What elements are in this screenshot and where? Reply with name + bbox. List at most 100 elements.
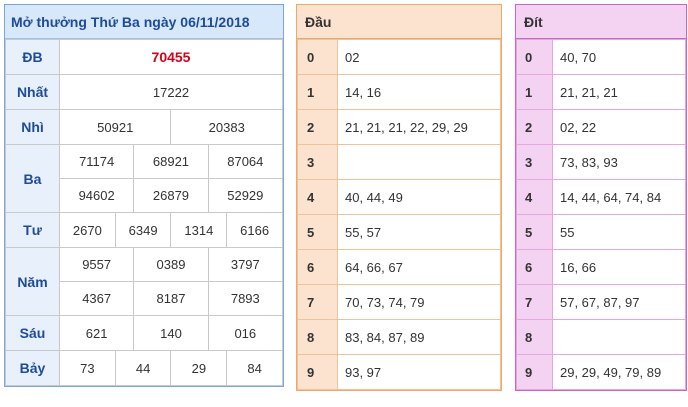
dau-table: 0 02 1 14, 16 2 21, 21, 21, 22, 29, 29 3 44…: [297, 39, 501, 390]
dit-values: 02, 22: [552, 109, 686, 145]
dau-row: 1 14, 16: [297, 74, 501, 110]
dau-values: 55, 57: [337, 214, 501, 250]
dit-row: 4 14, 44, 64, 74, 84: [516, 179, 686, 215]
dau-values: 70, 73, 74, 79: [337, 284, 501, 320]
dau-digit: 3: [297, 144, 338, 180]
prize-value: 016: [207, 315, 284, 351]
dit-values: 57, 67, 87, 97: [552, 284, 686, 320]
prize-value: 87064: [207, 144, 284, 179]
dau-row: 9 93, 97: [297, 354, 501, 390]
prize-row-bay: Bảy 73 44 29 84: [5, 350, 283, 386]
dit-row: 3 73, 83, 93: [516, 144, 686, 180]
dit-row: 2 02, 22: [516, 109, 686, 145]
prize-value: 9557: [58, 247, 135, 282]
dit-digit: 6: [516, 249, 553, 285]
prize-value: 0389: [133, 247, 209, 282]
dit-digit: 0: [516, 39, 553, 75]
dit-panel: Đít 0 40, 70 1 21, 21, 21 2 02, 22 3 73, 83,…: [515, 4, 687, 391]
dau-values: 21, 21, 21, 22, 29, 29: [337, 109, 501, 145]
dit-values: 16, 66: [552, 249, 686, 285]
dit-values: 40, 70: [552, 39, 686, 75]
dau-digit: 2: [297, 109, 338, 145]
dit-values: 55: [552, 214, 686, 250]
dit-digit: 2: [516, 109, 553, 145]
prize-value: 94602: [58, 178, 135, 213]
dit-values: 73, 83, 93: [552, 144, 686, 180]
prize-label-nhi: Nhì: [5, 109, 60, 145]
dit-digit: 3: [516, 144, 553, 180]
prize-value: 2670: [59, 212, 116, 248]
dau-values: 14, 16: [337, 74, 501, 110]
dit-digit: 8: [516, 319, 553, 355]
dau-values: 02: [337, 39, 501, 75]
prize-row-tu: Tư 2670 6349 1314 6166: [5, 212, 283, 248]
results-table: ĐB 70455 Nhất 17222 Nhì 50921 20383 Ba 7…: [5, 39, 284, 386]
dau-digit: 4: [297, 179, 338, 215]
prize-row-db: ĐB 70455: [5, 39, 283, 75]
dit-row: 5 55: [516, 214, 686, 250]
dit-row: 1 21, 21, 21: [516, 74, 686, 110]
dau-row: 6 64, 66, 67: [297, 249, 501, 285]
results-title: Mở thưởng Thứ Ba ngày 06/11/2018: [5, 5, 283, 39]
prize-value: 29: [170, 350, 228, 386]
prize-row-nam: Năm 9557 0389 3797: [5, 247, 284, 316]
prize-label-nam: Năm: [5, 247, 60, 316]
dit-values: 21, 21, 21: [552, 74, 686, 110]
prize-row-ba: Ba 71174 68921 87064: [5, 144, 284, 213]
prize-value: 140: [133, 315, 209, 351]
dau-digit: 5: [297, 214, 338, 250]
prize-value: 8187: [133, 281, 209, 316]
dau-values: [337, 144, 501, 180]
dit-row: 0 40, 70: [516, 39, 686, 75]
prize-value: 6349: [114, 212, 172, 248]
dit-row: 8: [516, 319, 686, 355]
prize-value: 26879: [133, 178, 209, 213]
dau-row: 4 40, 44, 49: [297, 179, 501, 215]
prize-value: 7893: [207, 281, 284, 316]
dit-row: 7 57, 67, 87, 97: [516, 284, 686, 320]
dit-values: 14, 44, 64, 74, 84: [552, 179, 686, 215]
dit-digit: 7: [516, 284, 553, 320]
prize-value: 71174: [58, 144, 135, 179]
dau-values: 64, 66, 67: [337, 249, 501, 285]
dau-title: Đầu: [297, 5, 501, 39]
dau-digit: 6: [297, 249, 338, 285]
dau-row: 8 83, 84, 87, 89: [297, 319, 501, 355]
prize-value: 50921: [58, 109, 172, 145]
dau-values: 40, 44, 49: [337, 179, 501, 215]
prize-value: 68921: [133, 144, 209, 179]
dau-row: 2 21, 21, 21, 22, 29, 29: [297, 109, 501, 145]
dau-digit: 1: [297, 74, 338, 110]
dit-row: 9 29, 29, 49, 79, 89: [516, 354, 686, 390]
dau-digit: 9: [297, 354, 338, 390]
dit-row: 6 16, 66: [516, 249, 686, 285]
dau-panel: Đầu 0 02 1 14, 16 2 21, 21, 21, 22, 29, 29 …: [296, 4, 502, 391]
prize-value: 73: [59, 350, 116, 386]
prize-value: 3797: [207, 247, 284, 282]
dau-row: 0 02: [297, 39, 501, 75]
prize-value: 6166: [226, 212, 283, 248]
prize-row-nhat: Nhất 17222: [5, 74, 283, 110]
results-panel: Mở thưởng Thứ Ba ngày 06/11/2018 ĐB 7045…: [4, 4, 284, 387]
dau-digit: 0: [297, 39, 338, 75]
dau-row: 3: [297, 144, 501, 180]
prize-value: 44: [114, 350, 172, 386]
prize-value: 17222: [59, 74, 283, 110]
dit-digit: 5: [516, 214, 553, 250]
prize-value: 4367: [58, 281, 135, 316]
prize-label-nhat: Nhất: [5, 74, 60, 110]
prize-value: 1314: [170, 212, 228, 248]
prize-value-db: 70455: [59, 39, 283, 75]
prize-label-tu: Tư: [5, 212, 60, 248]
dau-row: 7 70, 73, 74, 79: [297, 284, 501, 320]
dau-digit: 7: [297, 284, 338, 320]
dau-values: 93, 97: [337, 354, 501, 390]
dit-digit: 9: [516, 354, 553, 390]
prize-label-db: ĐB: [5, 39, 60, 75]
prize-row-sau: Sáu 621 140 016: [5, 315, 284, 351]
dit-digit: 4: [516, 179, 553, 215]
dit-digit: 1: [516, 74, 553, 110]
prize-label-sau: Sáu: [5, 315, 60, 351]
prize-value: 621: [58, 315, 135, 351]
dau-row: 5 55, 57: [297, 214, 501, 250]
